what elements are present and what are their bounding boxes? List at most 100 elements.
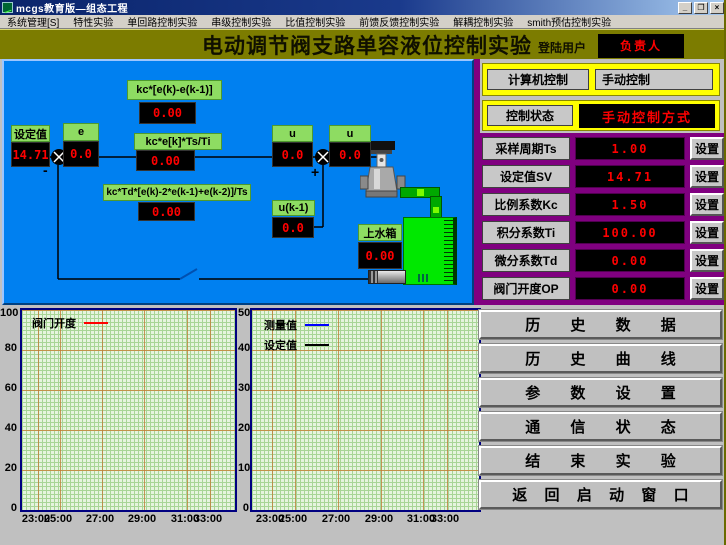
x-axis-tick-left: 25:00 [43,513,73,525]
param-label-button[interactable]: 采样周期Ts [482,137,570,160]
legend-color-line [305,324,329,326]
menu-bar: 系统管理[S] 特性实验 单回路控制实验 串级控制实验 比值控制实验 前馈反馈控制实验 解耦… [0,14,724,29]
y-axis-right-tick: 20 [238,422,251,434]
tank-scale [444,220,453,282]
parameter-panel: 采样周期Ts 1.00 设置 设定值SV 14.71 设置 比例系数Kc 1.50 设置 积分系数… [480,133,724,305]
menu-item-4[interactable]: 比值控制实验 [278,14,352,29]
app-window: mcgs教育版—组态工程 _ ❐ × 系统管理[S] 特性实验 单回路控制实验 串级控… [0,0,726,545]
param-value-display: 14.71 [575,165,685,188]
nav-btn-char: 置 [660,385,676,402]
menu-item-3[interactable]: 串级控制实验 [204,14,278,29]
setpoint-display: 14.71 [11,142,50,167]
y-axis-left-tick: 20 [4,462,17,474]
param-label-button[interactable]: 比例系数Kc [482,193,570,216]
app-icon [2,2,13,13]
nav-btn-char: 据 [660,317,676,334]
nav-btn-char: 回 [544,487,560,504]
manual-control-button[interactable]: 手动控制 [595,69,713,90]
nav-btn-char: 曲 [615,351,631,368]
legend-label: 设定值 [264,340,297,352]
close-button[interactable]: × [710,1,724,14]
error-display: 0.0 [63,141,99,167]
trend-section: 阀门开度 测量值 设定值 100 80 60 40 20 0 50 40 30 20 10 0 23:00… [0,307,724,545]
u-valve-display: 0.0 [329,142,371,167]
param-set-button[interactable]: 设置 [690,137,724,160]
param-value-display: 1.00 [575,137,685,160]
y-axis-right-tick: 40 [238,342,251,354]
sum2-plus-bottom-sign: + [311,164,320,180]
int-term-label: kc*e[k]*Ts/Ti [134,133,222,150]
nav-end-experiment[interactable]: 结束实验 [478,445,723,476]
navigation-buttons: 历史数据历史曲线参数设置通信状态结束实验返回启动窗口 [478,309,723,510]
nav-btn-char: 设 [615,385,631,402]
minimize-button[interactable]: _ [678,1,692,14]
menu-item-1[interactable]: 特性实验 [66,14,120,29]
menu-item-2[interactable]: 单回路控制实验 [120,14,204,29]
param-set-button[interactable]: 设置 [690,221,724,244]
x-axis-tick-left: 29:00 [127,513,157,525]
param-row-3: 积分系数Ti 100.00 设置 [482,221,724,244]
nav-btn-char: 信 [570,419,586,436]
title-bar[interactable]: mcgs教育版—组态工程 _ ❐ × [0,0,724,15]
legend-0: 测量值 [264,317,329,333]
param-label-button[interactable]: 微分系数Td [482,249,570,272]
error-label: e [63,123,99,141]
int-term-display: 0.00 [136,150,195,171]
param-row-2: 比例系数Kc 1.50 设置 [482,193,724,216]
nav-btn-char: 验 [660,453,676,470]
nav-btn-char: 返 [512,487,528,504]
logged-user-display: 负责人 [598,33,684,58]
nav-btn-char: 实 [615,453,631,470]
nav-history-curve[interactable]: 历史曲线 [478,343,723,374]
y-axis-right-tick: 50 [238,307,251,319]
param-set-button[interactable]: 设置 [690,249,724,272]
menu-item-6[interactable]: 解耦控制实验 [446,14,520,29]
nav-btn-char: 数 [570,385,586,402]
grid-major-vline [447,310,448,510]
valve-opening-chart: 阀门开度 [20,308,237,512]
x-axis-tick-right: 25:00 [278,513,308,525]
grid-major-vline [144,310,145,510]
grid-major-vline [381,310,382,510]
y-axis-left-tick: 100 [0,307,19,319]
nav-param-settings[interactable]: 参数设置 [478,377,723,408]
window-title: mcgs教育版—组态工程 [16,4,129,15]
control-status-panel: 控制状态 手动控制方式 [482,100,720,131]
param-set-button[interactable]: 设置 [690,193,724,216]
pid-block-diagram: + - + + kc*[e(k)-e(k-1)] 0.00 设定值 14.71 … [2,59,474,305]
nav-comm-status[interactable]: 通信状态 [478,411,723,442]
grid-major-vline [187,310,188,510]
legend-color-line [84,322,108,324]
nav-btn-char: 通 [525,419,541,436]
param-label-button[interactable]: 积分系数Ti [482,221,570,244]
y-axis-right-tick: 0 [242,502,249,514]
menu-item-7[interactable]: smith预估控制实验 [520,14,618,29]
nav-return-start-window[interactable]: 返回启动窗口 [478,479,723,510]
legend-1: 设定值 [264,337,329,353]
menu-item-5[interactable]: 前馈反馈控制实验 [352,14,446,29]
tank-drain-fitting [418,274,430,282]
nav-btn-char: 历 [525,317,541,334]
param-row-5: 阀门开度OP 0.00 设置 [482,277,724,300]
x-axis-tick-left: 27:00 [85,513,115,525]
restore-button[interactable]: ❐ [694,1,708,14]
nav-btn-char: 史 [570,317,586,334]
param-label-button[interactable]: 设定值SV [482,165,570,188]
menu-item-0[interactable]: 系统管理[S] [0,14,66,29]
legend-label: 阀门开度 [32,318,76,330]
legend-0: 阀门开度 [32,315,108,331]
param-set-button[interactable]: 设置 [690,277,724,300]
param-set-button[interactable]: 设置 [690,165,724,188]
control-panel: 计算机控制 手动控制 控制状态 手动控制方式 采样周期Ts 1.00 设置 设定值SV… [480,59,724,305]
control-status-label: 控制状态 [487,105,573,126]
param-label-button[interactable]: 阀门开度OP [482,277,570,300]
nav-btn-char: 参 [525,385,541,402]
nav-btn-char: 启 [576,487,592,504]
legend-label: 测量值 [264,320,297,332]
grid-major-vline [60,310,61,510]
param-row-0: 采样周期Ts 1.00 设置 [482,137,724,160]
nav-history-data[interactable]: 历史数据 [478,309,723,340]
nav-btn-char: 状 [615,419,631,436]
legend-color-line [305,344,329,346]
computer-control-button[interactable]: 计算机控制 [487,69,589,90]
